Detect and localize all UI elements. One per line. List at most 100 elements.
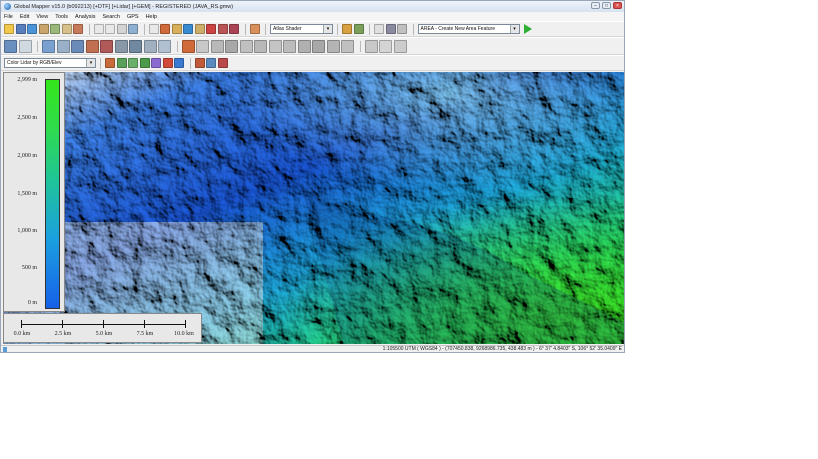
move-feature-icon[interactable] <box>158 39 171 53</box>
measure-icon[interactable] <box>160 24 170 34</box>
menu-edit[interactable]: Edit <box>20 14 29 20</box>
toolbar-separator <box>265 23 266 35</box>
path-profile-icon[interactable] <box>194 24 205 34</box>
lidar-color-value: Color Lidar by RGB/Elev <box>7 60 62 66</box>
digitizer-mode-select[interactable]: AREA - Create New Area Feature ▾ <box>417 24 520 34</box>
undo-icon[interactable] <box>364 39 378 53</box>
map-view[interactable] <box>3 72 624 344</box>
lidar-ground-icon[interactable] <box>128 58 138 68</box>
scale-label: 2.5 km <box>54 331 72 337</box>
config-icon[interactable] <box>61 24 72 34</box>
shader-select[interactable]: Atlas Shader ▾ <box>270 24 333 34</box>
feature-info-icon[interactable] <box>183 24 193 34</box>
capture-icon[interactable] <box>385 24 396 34</box>
close-button[interactable]: × <box>613 2 622 9</box>
view-shed-icon[interactable] <box>206 24 216 34</box>
window-title: Global Mapper v15.0 (b092213) [+DTF] [+L… <box>14 3 234 10</box>
lidar-profile-icon[interactable] <box>174 58 184 68</box>
shader-settings-icon[interactable] <box>342 24 352 34</box>
copy-feature-icon[interactable] <box>326 39 340 53</box>
create-circle-icon[interactable] <box>100 39 113 53</box>
menu-gps[interactable]: GPS <box>127 14 139 20</box>
play-icon[interactable] <box>523 24 532 34</box>
pan-icon[interactable] <box>128 24 138 34</box>
menu-tools[interactable]: Tools <box>55 14 68 20</box>
zoom-in-icon[interactable] <box>93 24 104 34</box>
workspace-icon[interactable] <box>38 24 49 34</box>
legend-label: 2,500 m <box>17 115 37 121</box>
menu-bar: File Edit View Tools Analysis Search GPS… <box>1 12 624 21</box>
cut-icon[interactable] <box>312 39 325 53</box>
edit-vertex-icon[interactable] <box>18 39 32 53</box>
legend-color-ramp <box>45 79 60 309</box>
scale-bar: 0.0 km 2.5 km 5.0 km 7.5 km 10.0 km <box>3 313 202 343</box>
menu-view[interactable]: View <box>36 14 48 20</box>
lidar-select-icon[interactable] <box>206 58 216 68</box>
paste-feature-icon[interactable] <box>341 39 354 53</box>
app-window: Global Mapper v15.0 (b092213) [+DTF] [+L… <box>0 0 625 353</box>
zoom-out-icon[interactable] <box>105 24 115 34</box>
insert-vertex-icon[interactable] <box>268 39 282 53</box>
menu-analysis[interactable]: Analysis <box>75 14 95 20</box>
lidar-filter-icon[interactable] <box>105 58 115 68</box>
create-range-ring-icon[interactable] <box>114 39 128 53</box>
toolbar-separator <box>37 40 38 52</box>
crop-icon[interactable] <box>210 39 224 53</box>
lidar-classify-icon[interactable] <box>116 58 127 68</box>
zoom-box-icon[interactable] <box>116 24 127 34</box>
menu-search[interactable]: Search <box>103 14 120 20</box>
pointer-icon[interactable] <box>148 24 159 34</box>
shader-select-value: Atlas Shader <box>273 26 302 32</box>
elevation-legend: 2,999 m 2,500 m 2,000 m 1,500 m 1,000 m … <box>3 72 65 312</box>
create-rectangle-icon[interactable] <box>85 39 99 53</box>
smooth-icon[interactable] <box>239 39 253 53</box>
layout-icon[interactable] <box>397 24 407 34</box>
scale-label: 7.5 km <box>136 331 154 337</box>
grid-icon[interactable] <box>217 24 228 34</box>
legend-label: 1,000 m <box>17 228 37 234</box>
overlay-control-icon[interactable] <box>50 24 60 34</box>
export-icon[interactable] <box>73 24 83 34</box>
lidar-edit-icon[interactable] <box>194 58 205 68</box>
chevron-down-icon: ▾ <box>509 25 519 33</box>
join-icon[interactable] <box>297 39 311 53</box>
table-icon[interactable] <box>217 58 228 68</box>
lidar-trees-icon[interactable] <box>139 58 150 68</box>
maximize-button[interactable]: □ <box>602 2 611 9</box>
print-icon[interactable] <box>374 24 384 34</box>
ruler-icon[interactable] <box>171 24 182 34</box>
lidar-color-select[interactable]: Color Lidar by RGB/Elev ▾ <box>4 58 96 68</box>
contrast-icon[interactable] <box>353 24 364 34</box>
toolbar-separator <box>176 40 178 52</box>
create-point-icon[interactable] <box>71 39 84 53</box>
rotate-icon[interactable] <box>143 39 157 53</box>
legend-label: 2,000 m <box>17 153 37 159</box>
home-icon[interactable] <box>249 24 260 34</box>
combine-icon[interactable] <box>196 39 209 53</box>
legend-label: 1,500 m <box>17 191 37 197</box>
3d-view-icon[interactable] <box>229 24 239 34</box>
open-folder-icon[interactable] <box>4 24 14 34</box>
buffer-icon[interactable] <box>225 39 238 53</box>
lidar-building-icon[interactable] <box>151 58 161 68</box>
legend-label: 0 m <box>27 300 37 306</box>
snap-icon[interactable] <box>393 39 407 53</box>
split-icon[interactable] <box>181 39 195 53</box>
scale-label: 0.0 km <box>13 331 31 337</box>
delete-vertex-icon[interactable] <box>283 39 296 53</box>
minimize-button[interactable]: – <box>591 2 600 9</box>
save-icon[interactable] <box>15 24 26 34</box>
create-line-icon[interactable] <box>56 39 70 53</box>
menu-help[interactable]: Help <box>146 14 157 20</box>
lidar-intensity-icon[interactable] <box>162 58 173 68</box>
redo-icon[interactable] <box>379 39 392 53</box>
digitizer-tool-icon[interactable] <box>4 39 17 53</box>
create-area-icon[interactable] <box>42 39 55 53</box>
menu-file[interactable]: File <box>4 14 13 20</box>
title-bar[interactable]: Global Mapper v15.0 (b092213) [+DTF] [+L… <box>1 1 624 12</box>
lidar-toolbar: Color Lidar by RGB/Elev ▾ <box>1 55 624 71</box>
create-grid-icon[interactable] <box>129 39 142 53</box>
globe-data-icon[interactable] <box>27 24 37 34</box>
simplify-icon[interactable] <box>254 39 267 53</box>
legend-label: 2,999 m <box>17 77 37 83</box>
